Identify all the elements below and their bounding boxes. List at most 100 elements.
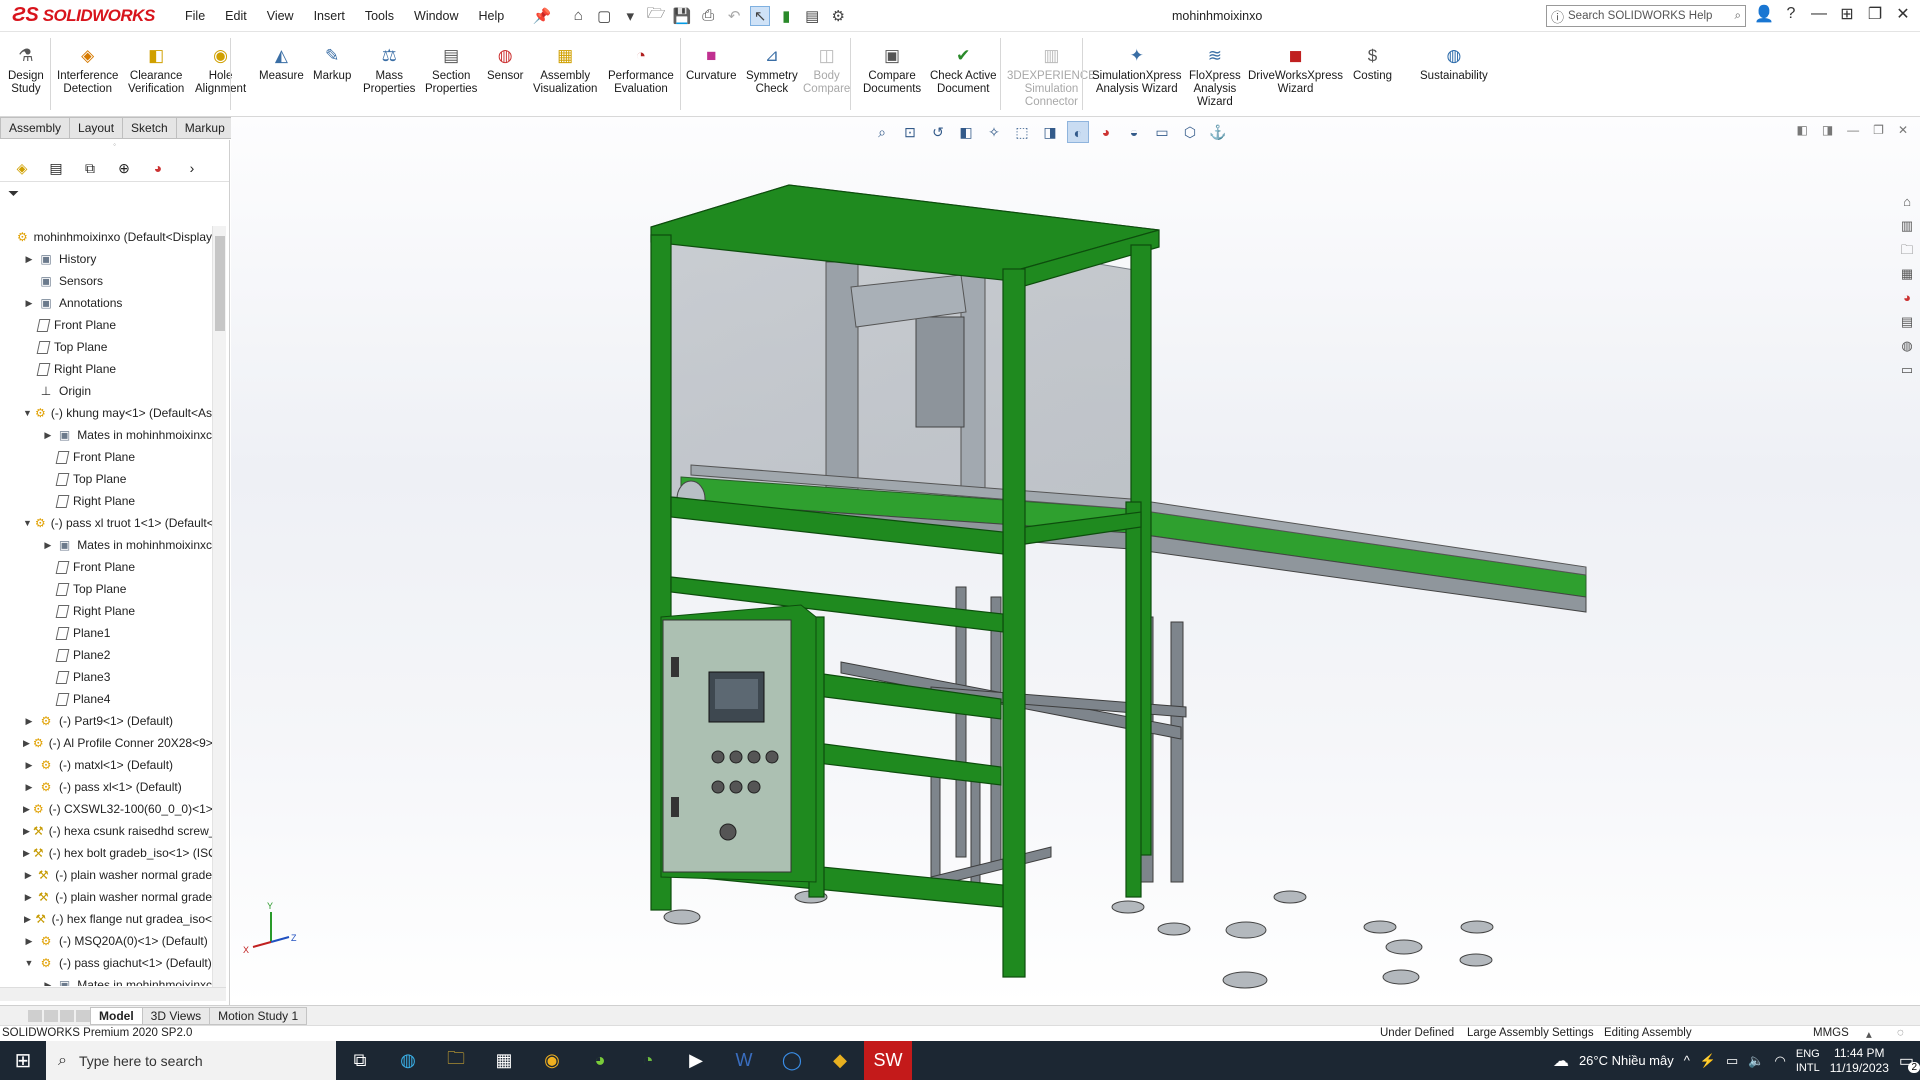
measure-command[interactable]: ◭ Measure xyxy=(259,46,304,83)
tab-assembly[interactable]: Assembly xyxy=(0,117,71,139)
tree-filter[interactable]: ⏷ xyxy=(0,182,229,204)
costing-command[interactable]: $ Costing xyxy=(1353,46,1392,83)
collapse-arrow-icon[interactable]: ▼ xyxy=(23,408,32,418)
display-style-icon[interactable]: ◨ xyxy=(1039,121,1061,143)
pin-icon[interactable]: 📌 xyxy=(532,6,552,26)
file-explorer-icon[interactable]: 🗀 xyxy=(1896,239,1918,261)
collapse-arrow-icon[interactable]: ▼ xyxy=(23,958,35,968)
zoom-to-fit-icon[interactable]: ⌕ xyxy=(871,121,893,143)
restore-icon[interactable]: ❐ xyxy=(1866,4,1884,24)
new-document-icon[interactable]: ▢ xyxy=(594,6,614,26)
previous-tab-icon[interactable] xyxy=(44,1009,58,1022)
clearance-verification-command[interactable]: ◧ Clearance Verification xyxy=(128,46,184,96)
tree-item[interactable]: ▶ ⚒ (-) plain washer normal grade xyxy=(0,886,212,908)
last-tab-icon[interactable] xyxy=(76,1009,90,1022)
tree-item[interactable]: ▶ ⚙ (-) matxl<1> (Default) xyxy=(0,754,212,776)
menu-edit[interactable]: Edit xyxy=(215,9,257,23)
tree-item[interactable]: ▣ Sensors xyxy=(0,270,212,292)
previous-view-icon[interactable]: ↺ xyxy=(927,121,949,143)
anchor-icon[interactable]: ⚓ xyxy=(1207,121,1229,143)
large-assembly-settings[interactable]: Large Assembly Settings xyxy=(1467,1027,1594,1039)
print-icon[interactable]: ⎙ xyxy=(698,6,718,26)
check-active-document-command[interactable]: ✔ Check Active Document xyxy=(930,46,996,96)
tree-item[interactable]: ▶ ▣ Annotations xyxy=(0,292,212,314)
media-player-icon[interactable]: ▶ xyxy=(672,1041,720,1080)
open-icon[interactable]: ▾ xyxy=(620,6,640,26)
graphics-area[interactable]: Y Z X ⌕ ⊡ ↺ ◧ ✧ ⬚ ◨ ◐ ◕ ◒ ▭ ⬡ ⚓ ◧ ◨ — ❐ … xyxy=(231,117,1920,1005)
tree-item[interactable]: Front Plane xyxy=(0,314,212,336)
tree-item[interactable]: Top Plane xyxy=(0,578,212,600)
markup-command[interactable]: ✎ Markup xyxy=(313,46,351,83)
expand-arrow-icon[interactable]: ▶ xyxy=(23,716,35,727)
panel-grip[interactable]: ◦ xyxy=(0,140,229,154)
tree-item[interactable]: Right Plane xyxy=(0,600,212,622)
feature-manager-tab-icon[interactable]: ◈ xyxy=(12,158,32,178)
close-icon[interactable]: ✕ xyxy=(1894,4,1912,24)
section-properties-command[interactable]: ▤ Section Properties xyxy=(425,46,477,96)
tree-item[interactable]: Front Plane xyxy=(0,446,212,468)
tree-item[interactable]: ▶ ⚙ (-) CXSWL32-100(60_0_0)<1> ( xyxy=(0,798,212,820)
compare-documents-command[interactable]: ▣ Compare Documents xyxy=(863,46,921,96)
menu-view[interactable]: View xyxy=(257,9,304,23)
tab-layout[interactable]: Layout xyxy=(69,117,124,139)
floxpress-command[interactable]: ≋ FloXpress Analysis Wizard xyxy=(1189,46,1241,109)
tree-item[interactable]: ▼ ⚙ (-) pass xl truot 1<1> (Default< xyxy=(0,512,212,534)
notifications-icon[interactable]: ▭ 2 xyxy=(1899,1051,1920,1073)
view-palette-icon[interactable]: ▦ xyxy=(1896,263,1918,285)
tree-item[interactable]: Right Plane xyxy=(0,490,212,512)
network-icon[interactable]: ⚡ xyxy=(1700,1053,1716,1069)
expand-arrow-icon[interactable]: ▶ xyxy=(23,804,30,815)
clock[interactable]: 11:44 PM 11/19/2023 xyxy=(1830,1046,1889,1076)
tree-item[interactable]: ▼ ⚙ (-) pass giachut<1> (Default) xyxy=(0,952,212,974)
tree-item[interactable]: ▶ ▣ Mates in mohinhmoixinxc xyxy=(0,974,212,986)
unit-system[interactable]: MMGS xyxy=(1813,1027,1849,1039)
curvature-command[interactable]: ■ Curvature xyxy=(686,46,737,83)
configuration-manager-tab-icon[interactable]: ⧉ xyxy=(80,158,100,178)
solidworks-logo[interactable]: ƧS SOLIDWORKS xyxy=(0,1,155,31)
flutter-app-icon[interactable]: ◆ xyxy=(816,1041,864,1080)
rebuild-icon[interactable]: ▮ xyxy=(776,6,796,26)
green-app-icon[interactable]: ◔ xyxy=(624,1041,672,1080)
user-icon[interactable]: 👤 xyxy=(1754,4,1774,24)
expand-arrow-icon[interactable]: ▶ xyxy=(23,848,30,859)
tab-sketch[interactable]: Sketch xyxy=(122,117,177,139)
design-study-command[interactable]: ⚗ Design Study xyxy=(8,46,44,96)
word-icon[interactable]: W xyxy=(720,1041,768,1080)
simulationxpress-command[interactable]: ✦ SimulationXpress Analysis Wizard xyxy=(1092,46,1181,96)
options-gear-icon[interactable]: ⚙ xyxy=(828,6,848,26)
hide-show-items-icon[interactable]: ◐ xyxy=(1067,121,1089,143)
3d-view-icon[interactable]: ⬡ xyxy=(1179,121,1201,143)
tray-chevron-icon[interactable]: ^ xyxy=(1684,1053,1690,1068)
viewport-close-icon[interactable]: ✕ xyxy=(1898,123,1908,137)
expand-arrow-icon[interactable]: ▶ xyxy=(23,892,33,903)
expand-arrow-icon[interactable]: ▶ xyxy=(42,540,54,551)
select-arrow-icon[interactable]: ↖ xyxy=(750,5,771,26)
appearances-icon[interactable]: ◕ xyxy=(1896,287,1918,309)
tree-item[interactable]: Right Plane xyxy=(0,358,212,380)
battery-icon[interactable]: ▭ xyxy=(1726,1053,1738,1069)
custom-properties-icon[interactable]: ▤ xyxy=(1896,311,1918,333)
expand-arrow-icon[interactable]: ▶ xyxy=(23,254,35,265)
view-settings-icon[interactable]: ▭ xyxy=(1151,121,1173,143)
assembly-model[interactable]: Y Z X xyxy=(231,117,1920,1005)
view-orientation-icon[interactable]: ⬚ xyxy=(1011,121,1033,143)
tile-icon[interactable]: ⊞ xyxy=(1838,4,1856,24)
viewport-minimize-icon[interactable]: — xyxy=(1847,123,1859,137)
volume-icon[interactable]: 🔈 xyxy=(1748,1053,1764,1069)
chrome-icon[interactable]: ◉ xyxy=(528,1041,576,1080)
file-properties-icon[interactable]: ▤ xyxy=(802,6,822,26)
tree-item[interactable]: ▶ ⚙ (-) pass xl<1> (Default) xyxy=(0,776,212,798)
hole-alignment-command[interactable]: ◉ Hole Alignment xyxy=(195,46,246,96)
weather-icon[interactable]: ☁ xyxy=(1553,1051,1569,1071)
dynamic-annotation-icon[interactable]: ✧ xyxy=(983,121,1005,143)
home-icon[interactable]: ⌂ xyxy=(568,6,588,26)
menu-help[interactable]: Help xyxy=(469,9,515,23)
tree-item[interactable]: Top Plane xyxy=(0,468,212,490)
quick-tips-icon[interactable]: ◌ xyxy=(1897,1027,1904,1039)
tree-item[interactable]: Plane1 xyxy=(0,622,212,644)
sustainability-command[interactable]: ◍ Sustainability xyxy=(1420,46,1488,83)
tree-item[interactable]: ▶ ⚙ (-) MSQ20A(0)<1> (Default) xyxy=(0,930,212,952)
tree-item[interactable]: Top Plane xyxy=(0,336,212,358)
comments-icon[interactable]: ▭ xyxy=(1896,359,1918,381)
interference-detection-command[interactable]: ◈ Interference Detection xyxy=(57,46,118,96)
